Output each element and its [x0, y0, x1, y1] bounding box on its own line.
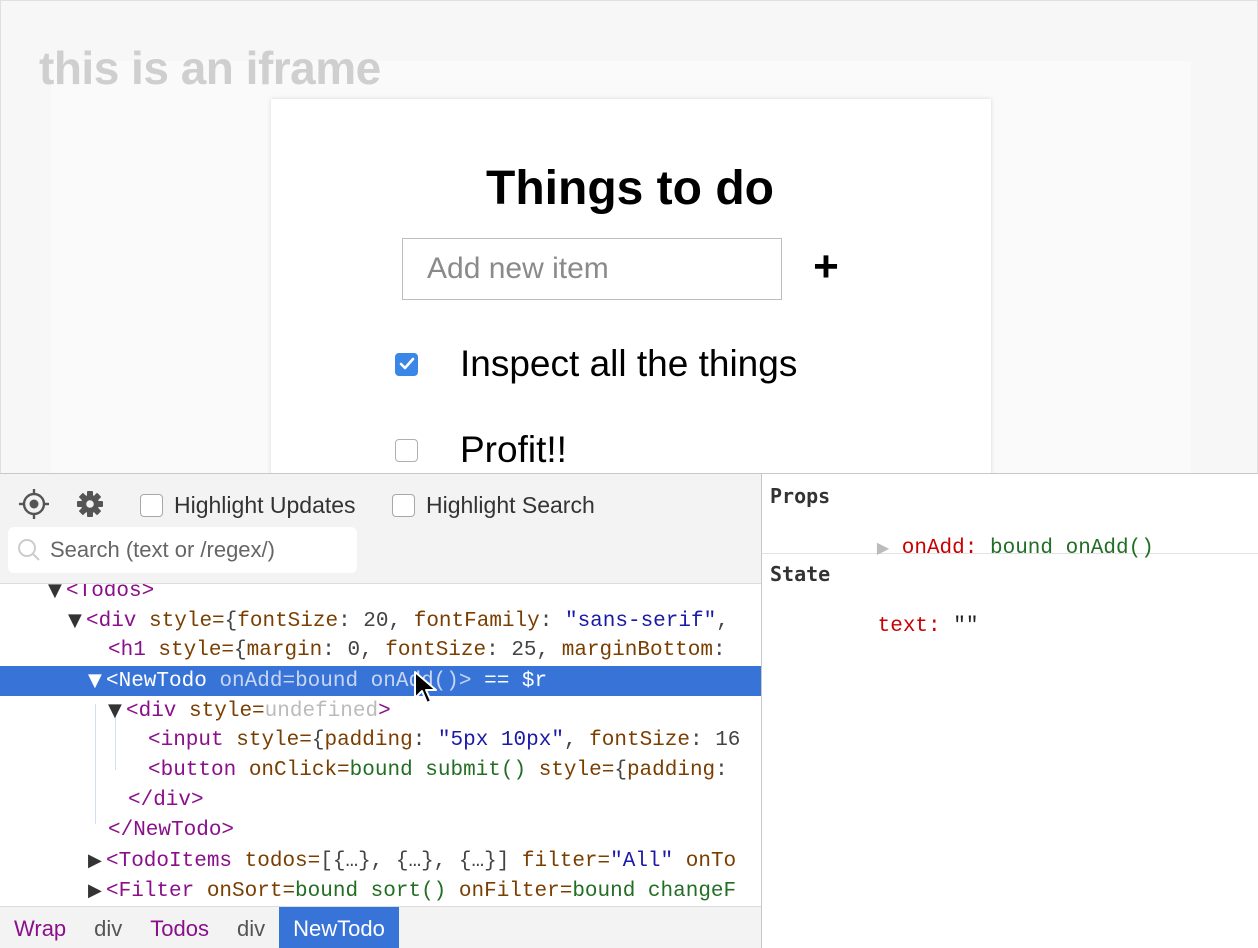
state-row[interactable]: text: "": [802, 592, 979, 661]
todo-label: Profit!!: [460, 429, 567, 470]
breadcrumb-item-todos[interactable]: Todos: [136, 907, 223, 948]
search-input[interactable]: [50, 537, 350, 563]
highlight-search-checkbox[interactable]: [392, 493, 415, 517]
iframe-preview: this is an iframe Things to do + Inspect…: [0, 0, 1258, 474]
todo-item[interactable]: Profit!!: [395, 425, 567, 473]
component-tree-pane: Highlight Updates Highlight Search ▼<Tod…: [0, 474, 761, 948]
iframe-label: this is an iframe: [39, 42, 381, 94]
breadcrumb: Wrap div Todos div NewTodo: [0, 906, 761, 948]
react-devtools-panel: Highlight Updates Highlight Search ▼<Tod…: [0, 473, 1258, 948]
prop-row[interactable]: ▶ onAdd: bound onAdd(): [776, 514, 1154, 583]
props-title: Props: [770, 484, 831, 508]
caret-down-icon[interactable]: ▼: [88, 666, 106, 696]
state-title: State: [770, 562, 831, 586]
tree-node-filter[interactable]: ▶ <Filter onSort=bound sort() onFilter=bo…: [0, 876, 761, 906]
search-icon: [18, 539, 40, 561]
highlight-updates-label: Highlight Updates: [174, 491, 356, 518]
side-pane: Props ▶ onAdd: bound onAdd() State text:…: [761, 474, 1258, 948]
caret-right-icon[interactable]: ▶: [88, 846, 106, 876]
tree-node-h1[interactable]: <h1 style={margin: 0, fontSize: 25, marg…: [0, 636, 761, 666]
highlight-search-toggle[interactable]: Highlight Search: [392, 490, 595, 520]
breadcrumb-item-div[interactable]: div: [80, 907, 136, 948]
caret-right-icon[interactable]: ▶: [88, 876, 106, 906]
todo-checkbox[interactable]: [395, 438, 418, 462]
todo-item[interactable]: Inspect all the things: [395, 339, 797, 389]
highlight-updates-checkbox[interactable]: [140, 493, 163, 517]
tree-node-newtodo-selected[interactable]: ▼ <NewTodo onAdd=bound onAdd()> == $r: [0, 666, 761, 696]
props-section: Props ▶ onAdd: bound onAdd(): [762, 474, 1258, 560]
search-box[interactable]: [8, 527, 357, 573]
tree-node-button[interactable]: <button onClick=bound submit() style={pa…: [0, 756, 761, 786]
todo-checkbox-checked[interactable]: [395, 352, 418, 376]
checkmark-icon: [399, 357, 414, 370]
todo-label: Inspect all the things: [460, 343, 798, 384]
devtools-toolbar: Highlight Updates Highlight Search: [0, 474, 761, 584]
tree-node-div[interactable]: ▼ <div style={fontSize: 20, fontFamily: "…: [0, 606, 761, 636]
tree-node-div-close[interactable]: </div>: [0, 786, 761, 816]
highlight-updates-toggle[interactable]: Highlight Updates: [140, 490, 356, 520]
add-button[interactable]: +: [807, 245, 845, 289]
tree-node-newtodo-close[interactable]: </NewTodo>: [0, 816, 761, 846]
caret-down-icon[interactable]: ▼: [48, 584, 66, 606]
inspect-target-icon[interactable]: [18, 488, 50, 520]
tree-node-todos[interactable]: ▼ <Todos>: [0, 584, 761, 606]
component-tree: ▼ <Todos> ▼ <div style={fontSize: 20, font…: [0, 584, 761, 906]
tree-node-input[interactable]: <input style={padding: "5px 10px", fontS…: [0, 726, 761, 756]
highlight-search-label: Highlight Search: [426, 491, 595, 518]
page-title: Things to do: [486, 162, 774, 215]
breadcrumb-item-wrap[interactable]: Wrap: [0, 907, 80, 948]
breadcrumb-item-newtodo[interactable]: NewTodo: [279, 907, 399, 948]
breadcrumb-item-div[interactable]: div: [223, 907, 279, 948]
tree-node-todoitems[interactable]: ▶ <TodoItems todos=[{…}, {…}, {…}] filter…: [0, 846, 761, 876]
tree-node-inner-div[interactable]: ▼ <div style=undefined>: [0, 696, 761, 726]
caret-right-icon[interactable]: ▶: [877, 538, 889, 557]
caret-down-icon[interactable]: ▼: [68, 606, 86, 636]
new-item-input[interactable]: [402, 238, 782, 300]
gear-icon[interactable]: [74, 488, 106, 520]
caret-down-icon[interactable]: ▼: [108, 696, 126, 726]
